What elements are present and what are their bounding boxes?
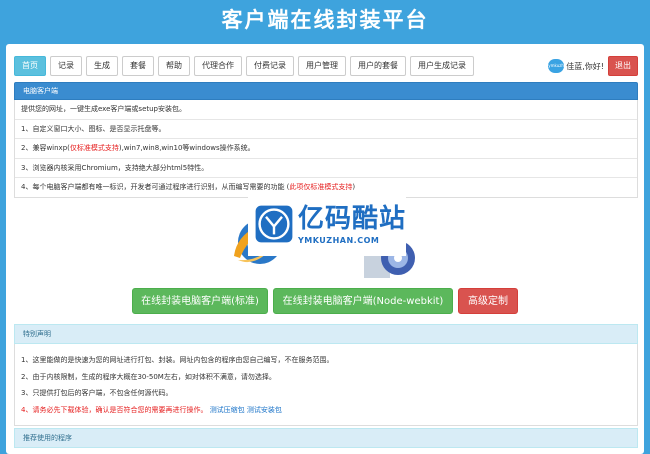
nav-user-packages[interactable]: 用户的套餐 — [350, 56, 406, 76]
desc-text: 提供您的网址，一键生成exe客户端或setup安装包。 — [21, 105, 186, 113]
nav-records[interactable]: 记录 — [50, 56, 82, 76]
watermark-text: 亿码酷站 YMKUZHAN.COM — [298, 204, 406, 245]
nav-payment-records[interactable]: 付费记录 — [246, 56, 294, 76]
desc-row: 1、自定义窗口大小、图标、是否显示托盘等。 — [15, 120, 637, 139]
notice-title: 特别声明 — [14, 324, 638, 344]
desc-text: ) — [352, 183, 356, 191]
nav-help[interactable]: 帮助 — [158, 56, 190, 76]
nav-user-management[interactable]: 用户管理 — [298, 56, 346, 76]
top-nav: 首页 记录 生成 套餐 帮助 代理合作 付费记录 用户管理 用户的套餐 用户生成… — [14, 56, 478, 76]
desktop-card-body: 提供您的网址，一键生成exe客户端或setup安装包。 1、自定义窗口大小、图标… — [14, 100, 638, 198]
notice-warning: 4、请务必先下载体验，确认是否符合您的需要再进行操作。 — [21, 405, 208, 414]
watermark-name: 亿码酷站 — [297, 203, 406, 234]
test-setup-link[interactable]: 测试安装包 — [247, 406, 282, 414]
user-greeting: 佳蓝,你好! — [566, 61, 604, 71]
desc-text: 4、每个电脑客户端都有唯一标识，开发者可通过程序进行识别，从而编写需要的功能 ( — [21, 183, 290, 191]
desc-text: 1、自定义窗口大小、图标、是否显示托盘等。 — [21, 124, 166, 133]
desc-highlight: 此项仅标准模式支持 — [289, 183, 353, 191]
nav-generate[interactable]: 生成 — [86, 56, 118, 76]
notice-line: 1、这里能做的是快速为您的网址进行打包、封装。网址内包含的程序由您自己编写，不在… — [21, 356, 334, 364]
desktop-card-title: 电脑客户端 — [14, 82, 638, 100]
desc-text: ),win7,win8,win10等windows操作系统。 — [118, 144, 255, 152]
custom-service-button[interactable]: 高级定制 — [458, 288, 518, 314]
page-title: 客户端在线封装平台 — [221, 8, 429, 32]
notice-warning-line: 4、请务必先下载体验，确认是否符合您的需要再进行操作。 测试压缩包 测试安装包 — [21, 402, 637, 419]
watermark-url: YMKUZHAN.COM — [297, 235, 380, 245]
nav-agent[interactable]: 代理合作 — [194, 56, 242, 76]
notice-line: 2、由于内核限制，生成的程序大概在30-50M左右，如对体积不满意，请勿选择。 — [21, 372, 276, 381]
desc-row: 提供您的网址，一键生成exe客户端或setup安装包。 — [15, 100, 637, 120]
test-zip-link[interactable]: 测试压缩包 — [210, 406, 245, 414]
notice-line: 3、只提供打包后的客户端，不包含任何源代码。 — [21, 389, 173, 397]
recommend-title: 推荐使用的程序 — [14, 428, 638, 448]
nav-home[interactable]: 首页 — [14, 56, 46, 76]
desc-highlight: 仅标准模式支持 — [69, 144, 119, 152]
nav-user-generate-records[interactable]: 用户生成记录 — [410, 56, 474, 76]
package-standard-button[interactable]: 在线封装电脑客户端(标准) — [132, 288, 268, 314]
ymkuzhan-logo-icon — [255, 205, 293, 243]
desc-row: 3、浏览器内核采用Chromium，支持绝大部分html5特性。 — [15, 159, 637, 178]
package-webkit-button[interactable]: 在线封装电脑客户端(Node-webkit) — [273, 288, 453, 314]
desc-text: 3、浏览器内核采用Chromium，支持绝大部分html5特性。 — [21, 163, 209, 172]
main-panel: 首页 记录 生成 套餐 帮助 代理合作 付费记录 用户管理 用户的套餐 用户生成… — [6, 44, 644, 454]
notice-body: 1、这里能做的是快速为您的网址进行打包、封装。网址内包含的程序由您自己编写，不在… — [14, 344, 638, 426]
nav-packages[interactable]: 套餐 — [122, 56, 154, 76]
desc-row: 2、兼容winxp(仅标准模式支持),win7,win8,win10等windo… — [15, 139, 637, 159]
desc-text: 2、兼容winxp( — [21, 144, 70, 152]
logout-button[interactable]: 退出 — [608, 56, 638, 76]
avatar[interactable]: ymkuzhan — [548, 59, 569, 73]
watermark: 亿码酷站 YMKUZHAN.COM — [248, 192, 406, 256]
user-area: ymkuzhan 佳蓝,你好! — [548, 58, 604, 74]
